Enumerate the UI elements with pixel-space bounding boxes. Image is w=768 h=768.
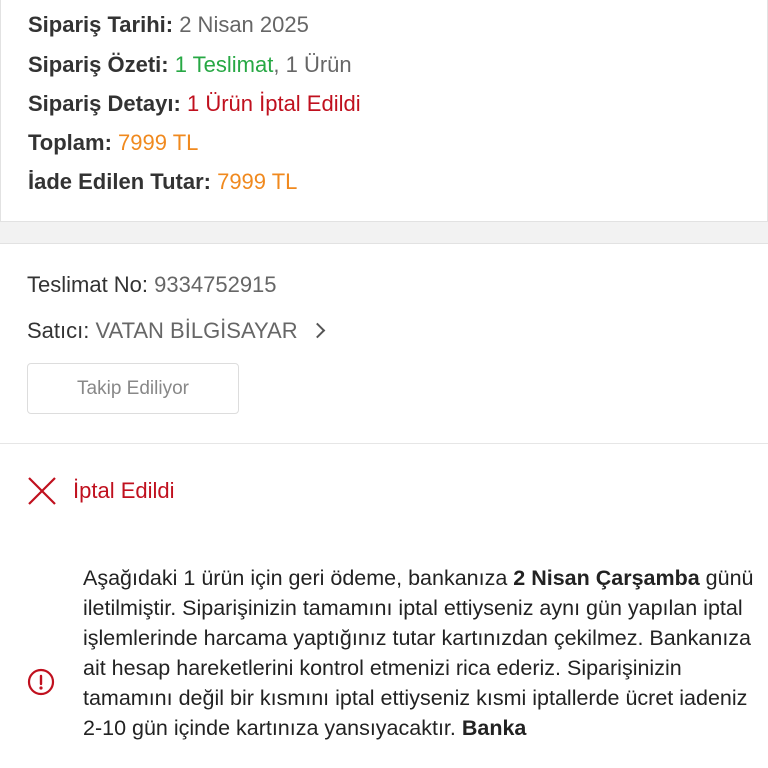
delivery-number-label: Teslimat No: bbox=[27, 272, 149, 297]
seller-row[interactable]: Satıcı: VATAN BİLGİSAYAR bbox=[27, 317, 326, 345]
order-overview-label: Sipariş Özeti: bbox=[28, 52, 169, 77]
close-x-icon bbox=[28, 477, 56, 505]
info-circle-icon bbox=[27, 668, 55, 696]
seller-link[interactable]: VATAN BİLGİSAYAR bbox=[95, 318, 297, 343]
delivery-number-row: Teslimat No: 9334752915 bbox=[27, 271, 277, 299]
order-detail-label: Sipariş Detayı: bbox=[28, 91, 181, 116]
order-date-row: Sipariş Tarihi: 2 Nisan 2025 bbox=[28, 11, 309, 39]
seller-label: Satıcı: bbox=[27, 318, 90, 343]
order-date-label: Sipariş Tarihi: bbox=[28, 12, 174, 37]
order-detail-value: 1 Ürün İptal Edildi bbox=[186, 91, 361, 116]
section-divider bbox=[0, 443, 768, 444]
order-overview-delivery: 1 Teslimat bbox=[174, 52, 274, 77]
refund-amount-row: İade Edilen Tutar: 7999 TL bbox=[28, 168, 297, 196]
refund-amount-value: 7999 TL bbox=[217, 169, 298, 194]
order-total-label: Toplam: bbox=[28, 130, 112, 155]
tracking-button[interactable]: Takip Ediliyor bbox=[27, 363, 239, 414]
cancel-status-text: İptal Edildi bbox=[73, 478, 175, 503]
order-overview-separator: , bbox=[273, 52, 280, 77]
refund-notice-text: Aşağıdaki 1 ürün için geri ödeme, bankan… bbox=[83, 563, 763, 743]
notice-bold-bank: Banka bbox=[461, 716, 527, 740]
notice-part-1: Aşağıdaki 1 ürün için geri ödeme, bankan… bbox=[83, 566, 514, 590]
chevron-right-icon[interactable] bbox=[309, 322, 326, 339]
delivery-card: Teslimat No: 9334752915 Satıcı: VATAN Bİ… bbox=[0, 243, 768, 768]
notice-part-2: günü iletilmiştir. Siparişinizin tamamın… bbox=[83, 566, 754, 740]
cancel-status-row: İptal Edildi bbox=[27, 475, 175, 507]
order-detail-page: Sipariş Tarihi: 2 Nisan 2025 Sipariş Öze… bbox=[0, 0, 768, 768]
order-date-value: 2 Nisan 2025 bbox=[179, 12, 309, 37]
delivery-number-value: 9334752915 bbox=[154, 272, 277, 297]
order-summary-card: Sipariş Tarihi: 2 Nisan 2025 Sipariş Öze… bbox=[0, 0, 768, 222]
order-total-value: 7999 TL bbox=[118, 130, 199, 155]
refund-amount-label: İade Edilen Tutar: bbox=[28, 169, 211, 194]
order-detail-row: Sipariş Detayı: 1 Ürün İptal Edildi bbox=[28, 90, 361, 118]
order-overview-row: Sipariş Özeti: 1 Teslimat, 1 Ürün bbox=[28, 51, 352, 79]
order-total-row: Toplam: 7999 TL bbox=[28, 129, 198, 157]
notice-bold-date: 2 Nisan Çarşamba bbox=[513, 566, 700, 590]
order-overview-items: 1 Ürün bbox=[285, 52, 352, 77]
